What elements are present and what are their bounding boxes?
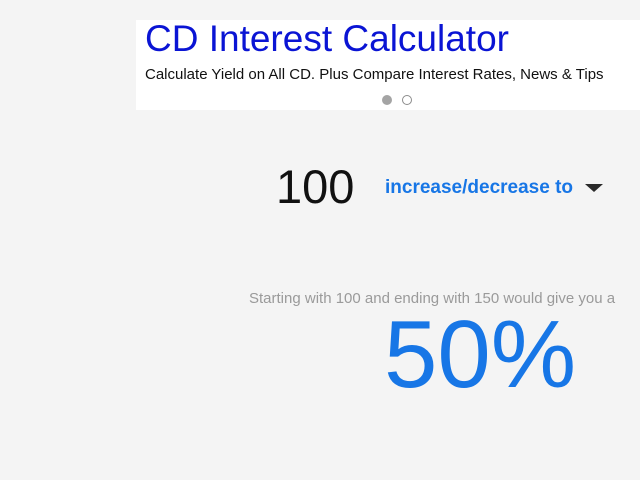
mode-select-dropdown[interactable]: increase/decrease to [385, 175, 604, 201]
carousel-dot-active[interactable] [382, 95, 392, 105]
ad-carousel-dots [382, 95, 412, 105]
start-value-input[interactable]: 100 [276, 161, 354, 213]
chevron-down-icon[interactable] [585, 184, 604, 192]
result-percentage: 50% [384, 301, 577, 408]
mode-select-label: increase/decrease to [385, 177, 574, 198]
ad-banner[interactable]: CD Interest Calculator Calculate Yield o… [136, 20, 640, 110]
ad-subtitle: Calculate Yield on All CD. Plus Compare … [145, 66, 604, 83]
carousel-dot-inactive[interactable] [402, 95, 412, 105]
ad-title-link[interactable]: CD Interest Calculator [145, 20, 509, 59]
